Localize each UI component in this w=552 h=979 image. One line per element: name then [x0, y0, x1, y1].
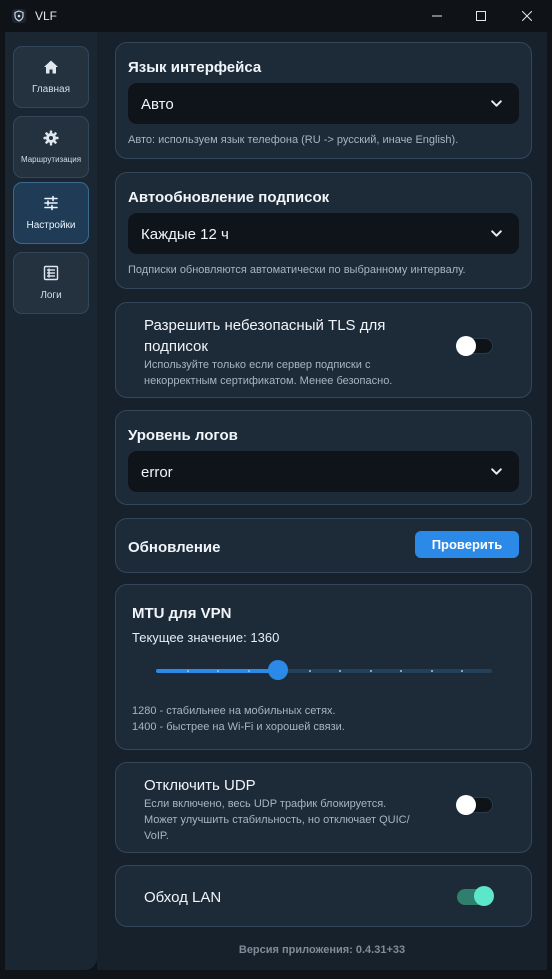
gear-icon	[43, 130, 59, 146]
window-title: VLF	[35, 9, 58, 23]
disable-udp-hint-1: Если включено, весь UDP трафик блокирует…	[144, 798, 387, 810]
insecure-tls-title-2: подписок	[144, 338, 208, 355]
slider-step-dot	[461, 670, 464, 672]
slider-step-dot	[247, 670, 250, 672]
maximize-button[interactable]	[458, 0, 504, 32]
mtu-hint-1: 1280 - стабильнее на мобильных сетях.	[132, 705, 336, 717]
nav-logs-label: Логи	[40, 290, 62, 301]
toggle-knob	[456, 336, 476, 356]
insecure-tls-toggle[interactable]	[456, 336, 493, 356]
chevron-down-icon	[491, 468, 502, 475]
slider-step-dot	[308, 670, 311, 672]
log-level-title: Уровень логов	[128, 427, 238, 444]
insecure-tls-hint-2: некорректным сертификатом. Менее безопас…	[144, 375, 393, 387]
nav-logs[interactable]: Логи	[13, 252, 89, 314]
nav-home-label: Главная	[31, 84, 71, 95]
slider-step-dot	[430, 670, 433, 672]
update-title: Обновление	[128, 539, 221, 556]
insecure-tls-card: Разрешить небезопасный TLS для подписок …	[115, 302, 532, 398]
minimize-button[interactable]	[414, 0, 460, 32]
disable-udp-card: Отключить UDP Если включено, весь UDP тр…	[115, 762, 532, 853]
auto-update-card: Автообновление подписок Каждые 12 ч Подп…	[115, 172, 532, 289]
disable-udp-hint-3: VoIP.	[144, 830, 169, 842]
toggle-knob	[456, 795, 476, 815]
nav-home[interactable]: Главная	[13, 46, 89, 108]
log-level-select[interactable]: error	[128, 451, 519, 492]
insecure-tls-hint-1: Используйте только если сервер подписки …	[144, 359, 371, 371]
auto-update-select[interactable]: Каждые 12 ч	[128, 213, 519, 254]
update-card: Обновление Проверить	[115, 518, 532, 573]
mtu-current-value: Текущее значение: 1360	[132, 630, 280, 645]
lan-bypass-title: Обход LAN	[144, 889, 222, 906]
home-icon	[44, 60, 58, 74]
slider-step-dot	[186, 670, 189, 672]
insecure-tls-title-1: Разрешить небезопасный TLS для	[144, 317, 386, 334]
app-shield-icon	[12, 9, 26, 23]
mtu-hint-2: 1400 - быстрее на Wi-Fi и хорошей связи.	[132, 721, 345, 733]
app-version: Версия приложения: 0.4.31+33	[238, 944, 406, 956]
lan-bypass-card: Обход LAN	[115, 865, 532, 927]
toggle-knob	[474, 886, 494, 906]
language-hint: Авто: используем язык телефона (RU -> ру…	[128, 134, 459, 146]
disable-udp-toggle[interactable]	[456, 795, 493, 815]
auto-update-title: Автообновление подписок	[128, 189, 330, 206]
slider-step-dot	[339, 670, 342, 672]
close-icon	[522, 11, 532, 21]
maximize-icon	[476, 11, 486, 21]
nav-routing-label: Маршрутизация	[20, 155, 82, 164]
close-button[interactable]	[504, 0, 550, 32]
slider-step-dot	[400, 670, 403, 672]
mtu-slider-thumb[interactable]	[268, 660, 289, 680]
language-title: Язык интерфейса	[128, 59, 262, 76]
check-update-button[interactable]: Проверить	[415, 531, 519, 558]
log-list-icon	[43, 265, 59, 281]
nav-settings[interactable]: Настройки	[13, 182, 89, 244]
settings-page: Язык интерфейса Авто Авто: используем яз…	[97, 32, 547, 970]
chevron-down-icon	[491, 100, 502, 107]
log-level-value: error	[141, 464, 173, 481]
title-bar: VLF	[0, 0, 552, 32]
language-select[interactable]: Авто	[128, 83, 519, 124]
mtu-card: MTU для VPN Текущее значение: 1360 1280 …	[115, 584, 532, 750]
auto-update-hint: Подписки обновляются автоматически по вы…	[128, 264, 466, 276]
disable-udp-hint-2: Может улучшить стабильность, но отключае…	[144, 814, 410, 826]
mtu-title: MTU для VPN	[132, 605, 232, 622]
nav-settings-label: Настройки	[26, 220, 76, 231]
chevron-down-icon	[491, 230, 502, 237]
language-value: Авто	[141, 96, 174, 113]
lan-bypass-toggle[interactable]	[457, 886, 494, 906]
language-card: Язык интерфейса Авто Авто: используем яз…	[115, 42, 532, 159]
minimize-icon	[432, 15, 442, 17]
sliders-icon	[44, 195, 58, 211]
nav-routing[interactable]: Маршрутизация	[13, 116, 89, 178]
slider-step-dot	[369, 670, 372, 672]
navigation-rail: Главная Маршрутизация Настройки Логи	[5, 32, 97, 970]
auto-update-value: Каждые 12 ч	[141, 226, 229, 243]
log-level-card: Уровень логов error	[115, 410, 532, 505]
disable-udp-title: Отключить UDP	[144, 777, 256, 794]
mtu-slider-track[interactable]	[156, 669, 492, 673]
